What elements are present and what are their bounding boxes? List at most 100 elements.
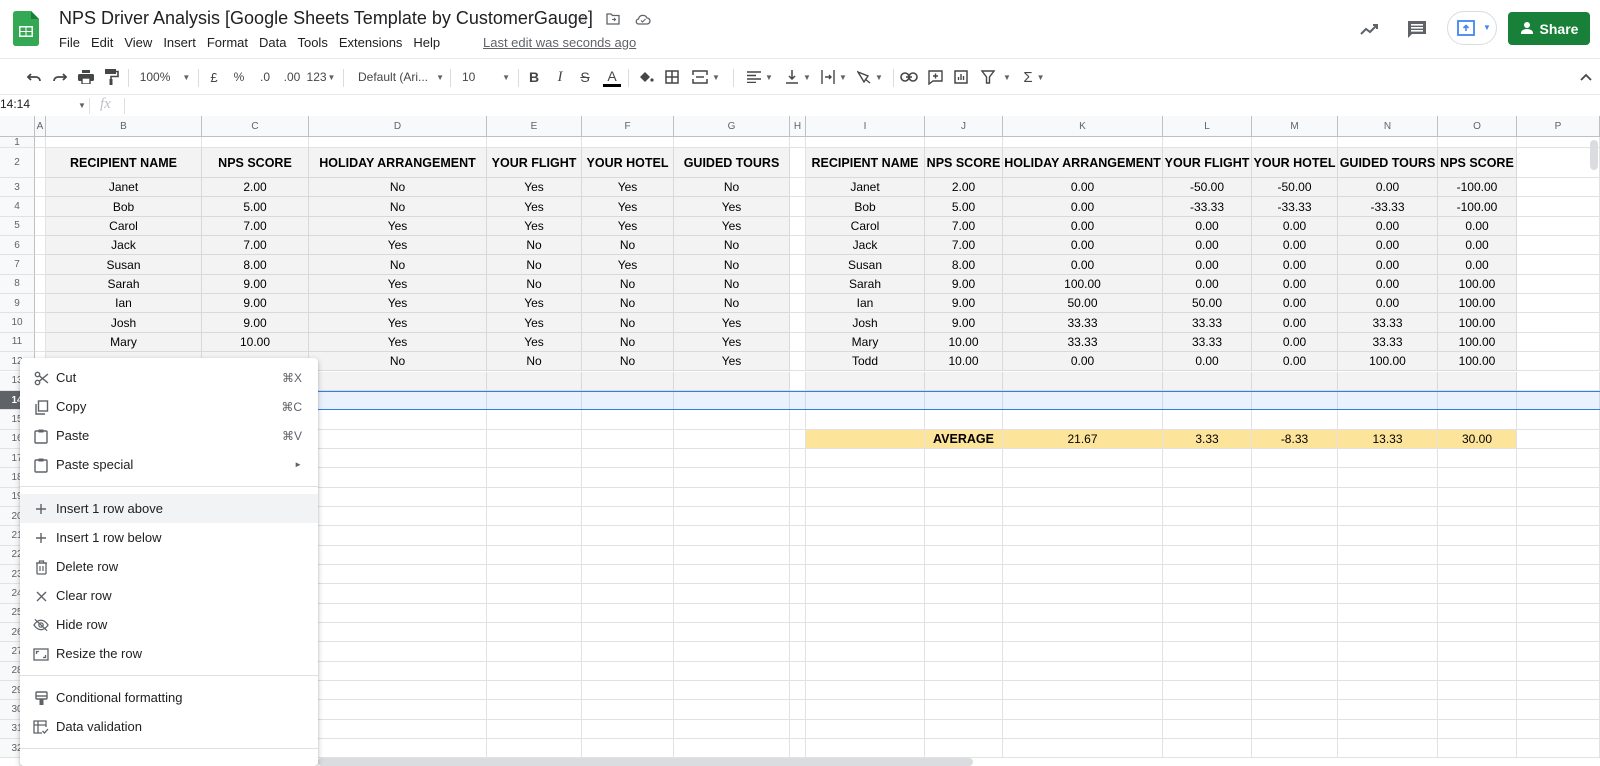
cell[interactable]	[790, 681, 806, 701]
right-table-cell[interactable]: 50.00	[1163, 294, 1252, 314]
cell[interactable]	[790, 545, 806, 565]
cell[interactable]	[1003, 468, 1163, 488]
cell[interactable]	[1003, 681, 1163, 701]
cell[interactable]	[674, 545, 790, 565]
cell[interactable]	[1252, 410, 1338, 430]
left-table-header[interactable]: HOLIDAY ARRANGEMENT	[309, 148, 487, 178]
cell[interactable]	[1517, 661, 1600, 682]
cell[interactable]	[806, 137, 925, 148]
cell[interactable]	[1003, 526, 1163, 546]
cell[interactable]	[790, 487, 806, 507]
left-table-cell[interactable]: No	[309, 352, 487, 372]
cell[interactable]	[925, 642, 1003, 662]
left-table-cell[interactable]: Yes	[309, 274, 487, 295]
menu-item-data-validation[interactable]: Data validation	[20, 712, 318, 741]
right-table-cell[interactable]: 100.00	[1438, 352, 1517, 372]
left-table-cell[interactable]: No	[674, 178, 790, 198]
font-family-select[interactable]: Default (Ari... ▼	[358, 65, 444, 89]
right-table-header[interactable]: NPS SCORE	[1438, 148, 1517, 178]
row-header-2[interactable]: 2	[0, 148, 35, 178]
right-table-cell[interactable]: 100.00	[1438, 332, 1517, 353]
left-table-cell[interactable]: No	[582, 294, 674, 314]
cell[interactable]	[674, 468, 790, 488]
cell[interactable]	[1163, 448, 1252, 469]
right-table-cell[interactable]: Bob	[806, 197, 925, 217]
column-header-a[interactable]: A	[35, 116, 46, 137]
cell[interactable]	[806, 506, 925, 527]
cell[interactable]	[1338, 137, 1438, 148]
cell[interactable]	[582, 545, 674, 565]
right-table-cell[interactable]: 100.00	[1338, 352, 1438, 372]
cell[interactable]	[1003, 739, 1163, 759]
cell[interactable]	[1517, 410, 1600, 430]
cell[interactable]	[806, 681, 925, 701]
left-table-cell[interactable]: No	[582, 352, 674, 372]
document-title[interactable]: NPS Driver Analysis [Google Sheets Templ…	[59, 8, 593, 29]
cell[interactable]	[487, 719, 582, 740]
menu-item-cut[interactable]: Cut ⌘X	[20, 363, 318, 392]
left-table-cell[interactable]: No	[674, 236, 790, 256]
cell[interactable]	[487, 565, 582, 585]
cell[interactable]	[582, 623, 674, 643]
row-header-1[interactable]: 1	[0, 137, 35, 148]
right-table-cell[interactable]: 0.00	[1252, 332, 1338, 353]
average-value[interactable]: 21.67	[1003, 429, 1163, 449]
cell[interactable]	[1517, 178, 1600, 198]
cell[interactable]	[925, 390, 1003, 411]
left-table-header[interactable]: RECIPIENT NAME	[46, 148, 202, 178]
cell[interactable]	[1338, 448, 1438, 469]
cell[interactable]	[309, 681, 487, 701]
cell[interactable]	[1003, 371, 1163, 391]
column-header-g[interactable]: G	[674, 116, 790, 137]
right-table-cell[interactable]: Carol	[806, 216, 925, 237]
cell[interactable]	[1163, 739, 1252, 759]
cell[interactable]	[487, 410, 582, 430]
cell[interactable]	[1003, 584, 1163, 604]
right-table-cell[interactable]: 0.00	[1252, 313, 1338, 333]
cell[interactable]	[1163, 371, 1252, 391]
cell[interactable]	[1003, 719, 1163, 740]
cell[interactable]	[806, 448, 925, 469]
cell[interactable]	[1252, 584, 1338, 604]
cell[interactable]	[309, 487, 487, 507]
cell[interactable]	[1252, 623, 1338, 643]
cell[interactable]	[1517, 313, 1600, 333]
left-table-cell[interactable]: Jack	[46, 236, 202, 256]
cell[interactable]	[925, 468, 1003, 488]
right-table-cell[interactable]: 7.00	[925, 236, 1003, 256]
left-table-cell[interactable]: No	[487, 255, 582, 275]
cell[interactable]	[1003, 390, 1163, 411]
left-table-cell[interactable]: No	[487, 352, 582, 372]
cell[interactable]	[790, 313, 806, 333]
cell[interactable]	[925, 526, 1003, 546]
cell[interactable]	[309, 584, 487, 604]
undo-icon[interactable]	[24, 65, 44, 89]
cell[interactable]	[925, 623, 1003, 643]
insert-chart-icon[interactable]	[951, 65, 971, 89]
right-table-cell[interactable]: 0.00	[1438, 236, 1517, 256]
menu-view[interactable]: View	[124, 35, 152, 50]
average-value[interactable]: -8.33	[1252, 429, 1338, 449]
cell[interactable]	[1338, 545, 1438, 565]
row-header-7[interactable]: 7	[0, 255, 35, 275]
right-table-cell[interactable]: 9.00	[925, 294, 1003, 314]
cell[interactable]	[309, 526, 487, 546]
cell[interactable]	[1438, 487, 1517, 507]
cell[interactable]	[35, 274, 46, 295]
cell[interactable]	[582, 371, 674, 391]
cell[interactable]	[1163, 603, 1252, 624]
cell[interactable]	[35, 148, 46, 178]
cell[interactable]	[674, 739, 790, 759]
left-table-cell[interactable]: 7.00	[202, 236, 309, 256]
cell[interactable]	[582, 137, 674, 148]
currency-format-button[interactable]: £	[206, 65, 222, 89]
cell[interactable]	[1163, 468, 1252, 488]
cell[interactable]	[806, 700, 925, 720]
cell[interactable]	[1252, 487, 1338, 507]
cell[interactable]	[1338, 719, 1438, 740]
cell[interactable]	[925, 739, 1003, 759]
cell[interactable]	[1438, 584, 1517, 604]
cell[interactable]	[309, 545, 487, 565]
cell[interactable]	[1163, 137, 1252, 148]
cell[interactable]	[806, 468, 925, 488]
